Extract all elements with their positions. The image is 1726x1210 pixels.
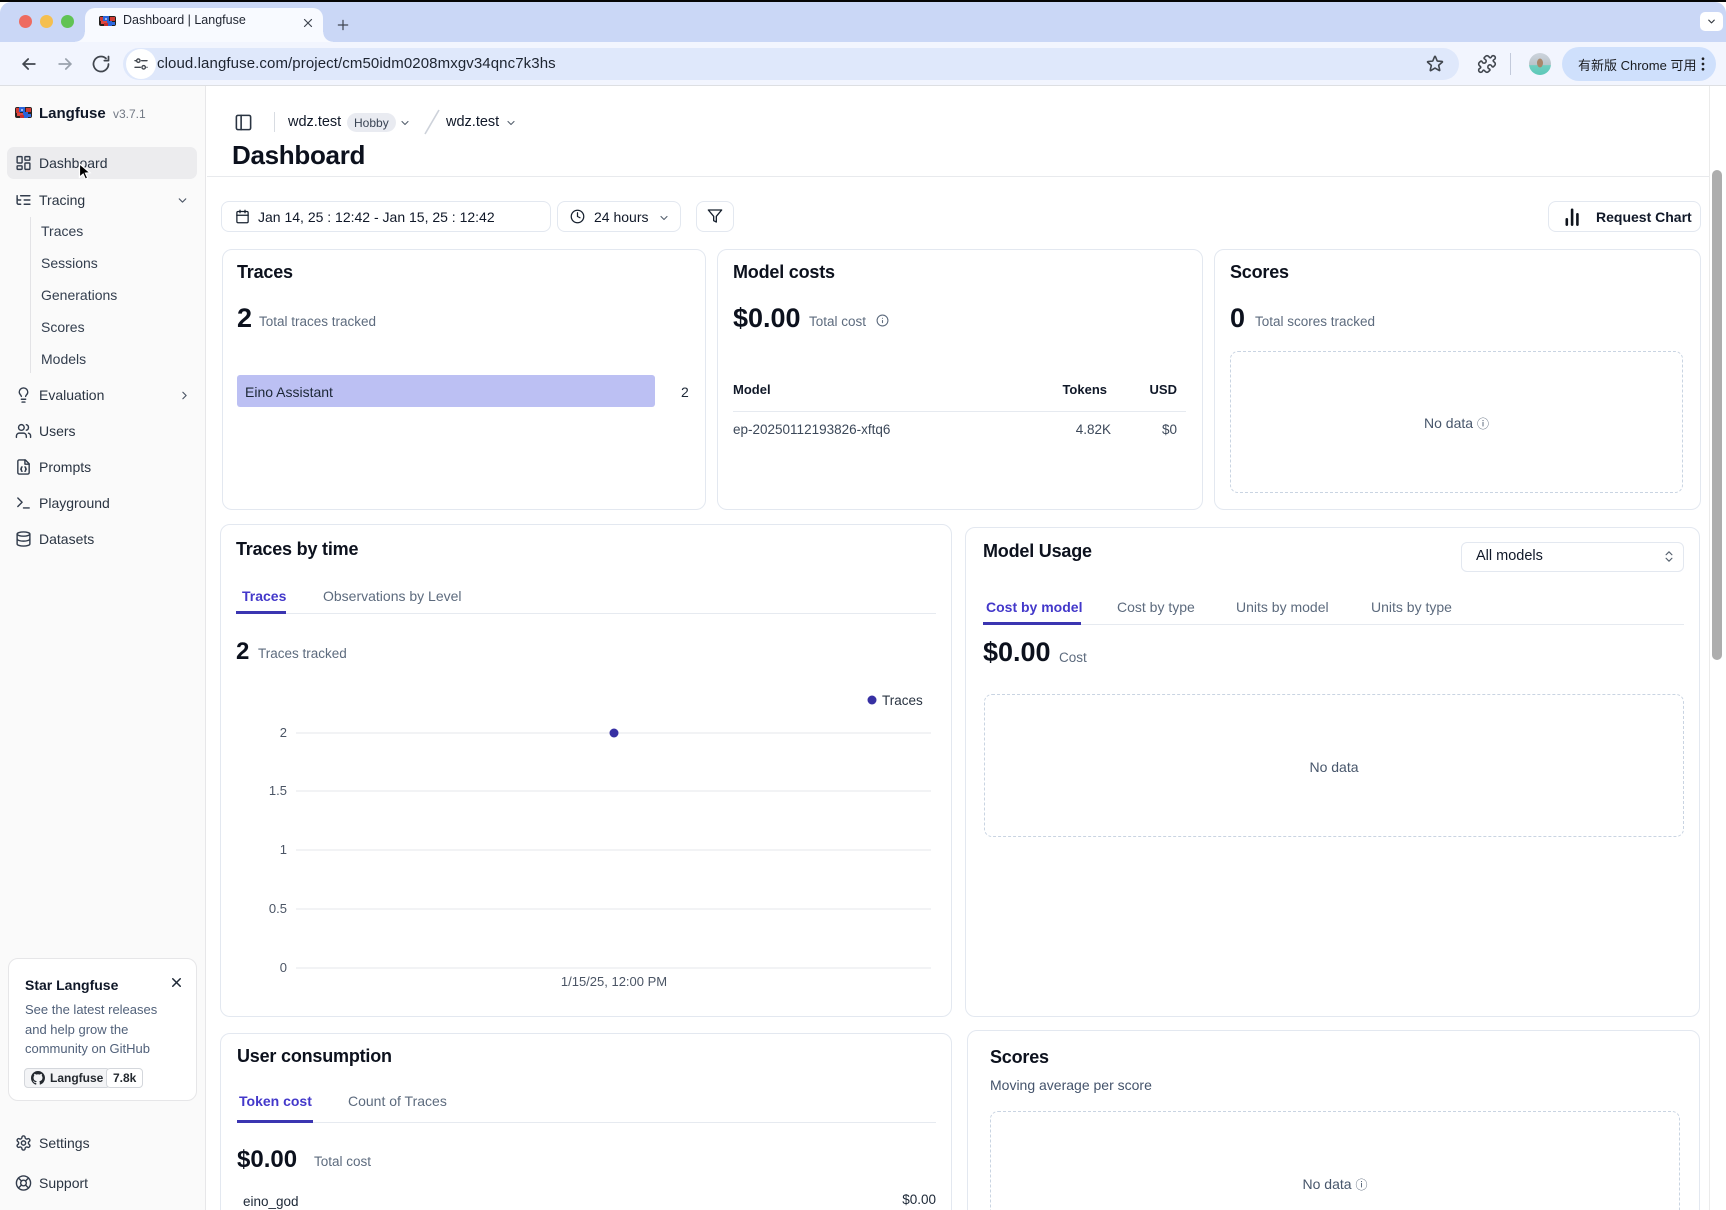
svg-text:1: 1 [280,842,287,857]
svg-text:1.5: 1.5 [269,783,287,798]
svg-text:0.5: 0.5 [269,901,287,916]
svg-text:0: 0 [280,960,287,975]
svg-text:Traces: Traces [882,693,923,708]
svg-text:1/15/25, 12:00 PM: 1/15/25, 12:00 PM [561,974,667,989]
svg-text:2: 2 [280,725,287,740]
